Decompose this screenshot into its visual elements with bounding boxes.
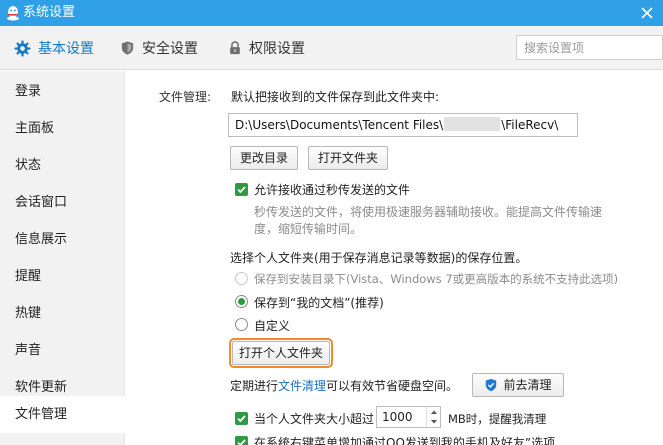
radio-install-dir-label: 保存到安装目录下(Vista、Windows 7或更高版本的系统不支持此选项) <box>254 272 619 286</box>
allow-flash-transfer-checkbox[interactable] <box>235 183 248 196</box>
save-location-desc: 默认把接收到的文件保存到此文件夹中: <box>231 90 440 104</box>
cleanup-text: 定期进行文件清理可以有效节省硬盘空间。 <box>230 377 458 394</box>
file-management-panel: 文件管理: 默认把接收到的文件保存到此文件夹中: D:\Users\Docume… <box>126 71 663 445</box>
file-cleanup-link[interactable]: 文件清理 <box>278 379 326 393</box>
sidebar: 登录 主面板 状态 会话窗口 信息展示 提醒 热键 声音 软件更新 文件管理 <box>0 71 126 445</box>
check-icon <box>237 439 246 445</box>
redacted-account <box>444 117 501 131</box>
search-settings-input[interactable] <box>516 35 663 60</box>
radio-custom-label[interactable]: 自定义 <box>254 317 290 334</box>
cleanup-suffix: 可以有效节省硬盘空间。 <box>326 379 459 393</box>
open-folder-button[interactable]: 打开文件夹 <box>308 146 388 170</box>
tab-basic-settings[interactable]: 基本设置 <box>14 26 94 70</box>
stepper-arrows[interactable] <box>426 407 440 427</box>
sidebar-item-status[interactable]: 状态 <box>0 147 125 184</box>
sidebar-item-main-panel[interactable]: 主面板 <box>0 110 125 147</box>
title-bar: 系统设置 <box>0 0 663 26</box>
sidebar-item-info-display[interactable]: 信息展示 <box>0 221 125 258</box>
context-menu-label[interactable]: 在系统右键菜单增加通过QQ发送到我的手机及好友”选项 <box>254 434 555 445</box>
allow-flash-transfer-label[interactable]: 允许接收通过秒传发送的文件 <box>254 181 410 198</box>
window-title: 系统设置 <box>23 5 76 20</box>
shield-icon <box>121 41 134 55</box>
qq-logo-icon <box>7 6 19 21</box>
gear-icon <box>14 40 31 56</box>
shield-check-icon <box>486 378 497 392</box>
chevron-down-icon[interactable] <box>427 417 441 427</box>
size-limit-value: 1000 <box>382 410 413 424</box>
radio-custom[interactable] <box>235 318 248 331</box>
flash-transfer-desc-line1: 秒传发送的文件，将使用极速服务器辅助接收。能提高文件传输速 <box>254 205 603 219</box>
lock-icon <box>230 41 240 55</box>
settings-tab-bar: 基本设置 安全设置 权限设置 <box>0 26 663 70</box>
tab-security-settings[interactable]: 安全设置 <box>120 26 198 70</box>
change-directory-button[interactable]: 更改目录 <box>230 146 298 170</box>
size-alert-prefix: 当个人文件夹大小超过 <box>254 412 375 426</box>
go-cleanup-label: 前去清理 <box>503 378 552 392</box>
section-label: 文件管理: <box>159 90 212 104</box>
personal-folder-desc: 选择个人文件夹(用于保存消息记录等数据)的保存位置。 <box>230 251 528 265</box>
sidebar-item-reminder[interactable]: 提醒 <box>0 258 125 295</box>
close-icon[interactable] <box>639 5 655 21</box>
check-icon <box>237 186 246 194</box>
sidebar-item-file-management[interactable]: 文件管理 <box>0 396 126 433</box>
radio-my-documents[interactable] <box>235 295 248 308</box>
chevron-up-icon[interactable] <box>427 407 441 417</box>
check-icon <box>237 415 246 423</box>
radio-install-dir[interactable] <box>235 272 248 285</box>
go-cleanup-button[interactable]: 前去清理 <box>472 373 564 397</box>
open-personal-folder-button[interactable]: 打开个人文件夹 <box>229 338 333 368</box>
sidebar-item-sound[interactable]: 声音 <box>0 332 125 369</box>
receive-path-field[interactable]: D:\Users\Documents\Tencent Files\ \FileRe… <box>228 113 578 137</box>
sidebar-item-login[interactable]: 登录 <box>0 73 125 110</box>
tab-permission-settings[interactable]: 权限设置 <box>228 26 305 70</box>
flash-transfer-desc-line2: 度，缩短传输时间。 <box>254 222 363 236</box>
size-limit-stepper[interactable]: 1000 <box>376 406 441 428</box>
radio-my-documents-label[interactable]: 保存到“我的文档”(推荐) <box>254 294 384 311</box>
sidebar-item-chat-window[interactable]: 会话窗口 <box>0 184 125 221</box>
path-suffix: \FileRecv\ <box>501 118 559 132</box>
size-alert-checkbox[interactable] <box>235 412 248 425</box>
size-alert-suffix: MB时，提醒我清理 <box>448 412 547 426</box>
tab-label: 权限设置 <box>249 41 305 57</box>
context-menu-checkbox[interactable] <box>235 436 248 445</box>
sidebar-item-hotkeys[interactable]: 热键 <box>0 295 125 332</box>
tab-label: 安全设置 <box>142 41 198 57</box>
path-prefix: D:\Users\Documents\Tencent Files\ <box>235 118 444 132</box>
cleanup-prefix: 定期进行 <box>230 379 279 393</box>
tab-label: 基本设置 <box>38 41 94 57</box>
